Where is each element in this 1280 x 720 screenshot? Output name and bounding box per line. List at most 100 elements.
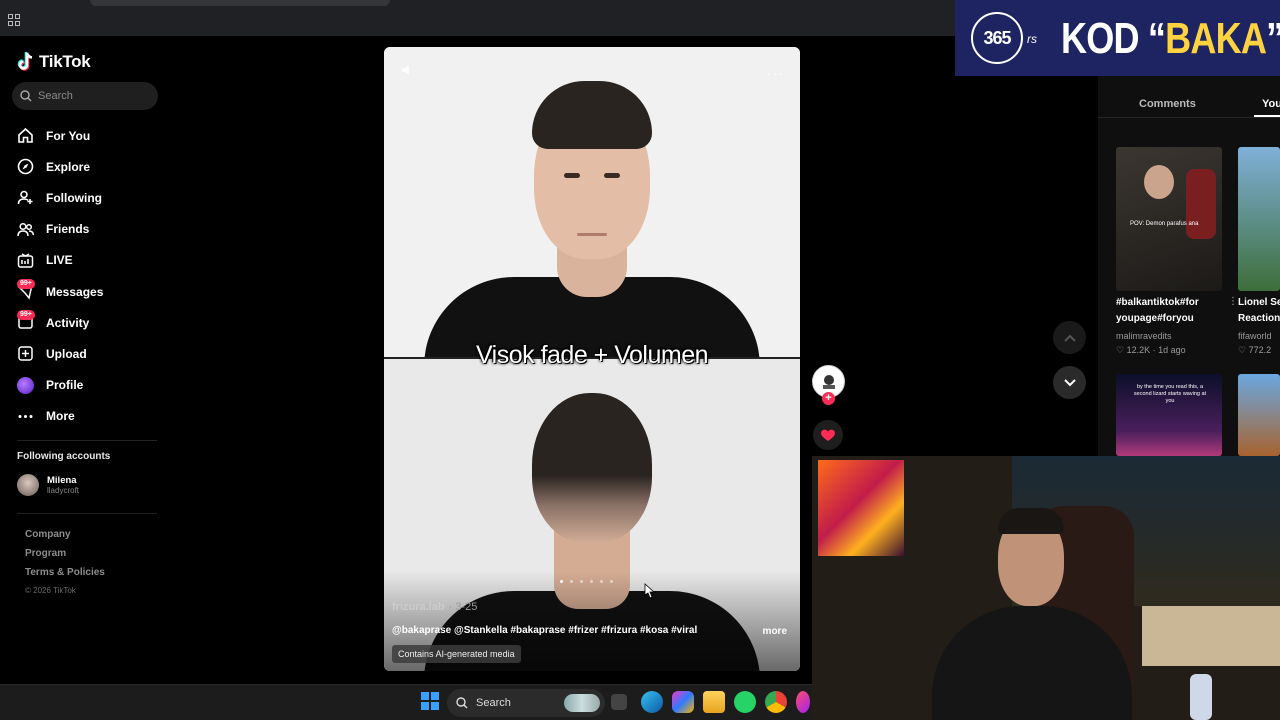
app-icon[interactable]: [796, 691, 810, 713]
apps-grid-icon[interactable]: [8, 14, 20, 26]
following-accounts-title: Following accounts: [17, 451, 111, 462]
tiktok-logo[interactable]: TikTok: [17, 51, 91, 73]
nav-label: Explore: [46, 159, 91, 174]
video-thumbnail[interactable]: POV: Demon parafus ana: [1116, 147, 1222, 291]
nav-label: For You: [46, 128, 91, 143]
chevron-up-icon: [1063, 334, 1076, 342]
live-tv-icon: [17, 252, 34, 269]
search-icon: [456, 697, 468, 709]
mouse-cursor-icon: [644, 583, 655, 599]
following-account-item[interactable]: Milena lladycroft: [17, 474, 79, 496]
video-user[interactable]: malimravedits: [1116, 331, 1172, 341]
creator-logo-icon: [822, 374, 835, 389]
profile-avatar-icon: [17, 376, 34, 394]
footer-links: Company Program Terms & Policies © 2026 …: [25, 529, 105, 605]
edge-browser-icon[interactable]: [641, 691, 663, 713]
promo-code-text: KOD “BAKA”: [1061, 14, 1280, 63]
nav-explore[interactable]: Explore: [0, 151, 170, 182]
description-more-link[interactable]: more: [763, 626, 787, 637]
video-title[interactable]: Lionel Se Reaction: [1238, 295, 1280, 327]
thumb-caption: by the time you read this, a second liza…: [1133, 384, 1207, 404]
promo-logo: 365: [971, 12, 1023, 64]
home-icon: [17, 127, 34, 144]
nav-upload[interactable]: Upload: [0, 338, 170, 369]
user-add-icon: [17, 189, 34, 206]
nav-activity[interactable]: 99+ Activity: [0, 307, 170, 338]
nav-label: Following: [46, 190, 102, 205]
nav-following[interactable]: Following: [0, 182, 170, 213]
video-author[interactable]: frizura.lab · 3-25: [392, 601, 477, 613]
nav-label: Messages: [46, 284, 104, 299]
more-dots-icon: [17, 408, 34, 425]
volume-icon[interactable]: [400, 63, 414, 77]
right-panel-tabs: Comments You: [1098, 76, 1280, 118]
compass-icon: [17, 158, 34, 175]
nav-label: LIVE: [46, 253, 73, 268]
whatsapp-icon[interactable]: [734, 691, 756, 713]
divider: [17, 513, 157, 514]
next-video-button[interactable]: [1053, 366, 1086, 399]
browser-tab[interactable]: [90, 0, 390, 6]
copilot-icon[interactable]: [672, 691, 694, 713]
video-stats: ♡ 772.2: [1238, 345, 1272, 355]
account-name: Milena: [47, 475, 77, 486]
video-thumbnail[interactable]: [1238, 374, 1280, 456]
search-highlight-icon: [564, 694, 600, 712]
taskbar-search[interactable]: Search: [447, 689, 605, 717]
nav-label: Friends: [46, 222, 90, 237]
windows-taskbar: Search: [0, 684, 812, 720]
footer-company-link[interactable]: Company: [25, 529, 105, 548]
search-box[interactable]: [12, 82, 158, 110]
nav-messages[interactable]: 99+ Messages: [0, 276, 170, 307]
sidebar: TikTok For You Explore Following Friends…: [0, 36, 170, 684]
taskbar-search-label: Search: [476, 697, 511, 709]
active-tab-indicator: [1254, 115, 1280, 117]
webcam-hair: [998, 508, 1064, 534]
file-explorer-icon[interactable]: [703, 691, 725, 713]
nav-profile[interactable]: Profile: [0, 370, 170, 401]
video-user[interactable]: fifaworld: [1238, 331, 1280, 341]
search-input[interactable]: [38, 90, 148, 102]
chevron-down-icon: [1063, 378, 1076, 386]
nav-label: Activity: [46, 315, 90, 330]
footer-program-link[interactable]: Program: [25, 548, 105, 567]
like-button[interactable]: [813, 420, 843, 450]
heart-icon: [821, 429, 835, 441]
nav-more[interactable]: More: [0, 401, 170, 432]
thumb-person: [1144, 165, 1174, 199]
nav-for-you[interactable]: For You: [0, 120, 170, 151]
nav-label: Upload: [46, 346, 87, 361]
video-title[interactable]: #balkantiktok#for youpage#foryou: [1116, 295, 1222, 327]
video-thumbnail[interactable]: [1238, 147, 1280, 291]
chrome-icon[interactable]: [765, 691, 787, 713]
previous-video-button[interactable]: [1053, 321, 1086, 354]
nav-live[interactable]: LIVE: [0, 245, 170, 276]
task-view-icon[interactable]: [611, 694, 627, 710]
mouth: [577, 233, 607, 236]
eye-right: [604, 173, 620, 178]
video-more-icon[interactable]: ···: [767, 65, 784, 81]
carousel-dots[interactable]: [560, 580, 613, 583]
video-thumbnail[interactable]: by the time you read this, a second liza…: [1116, 374, 1222, 456]
video-player[interactable]: Visok fade + Volumen ··· frizura.lab · 3-…: [384, 47, 800, 671]
footer-terms-link[interactable]: Terms & Policies: [25, 567, 105, 586]
thumb-caption: POV: Demon parafus ana: [1130, 221, 1199, 227]
video-description[interactable]: @bakaprase @Stankella #bakaprase #frizer…: [392, 625, 697, 636]
webcam-tv-screen: [818, 460, 904, 556]
activity-badge: 99+: [17, 310, 35, 321]
tab-comments[interactable]: Comments: [1139, 98, 1196, 110]
video-frame-front: [384, 47, 800, 367]
windows-start-icon[interactable]: [421, 692, 439, 710]
copyright: © 2026 TikTok: [25, 586, 76, 595]
follow-button[interactable]: +: [822, 392, 835, 405]
logo-text: TikTok: [39, 52, 91, 71]
video-stats: ♡ 12.2K · 1d ago: [1116, 345, 1186, 355]
streamer-webcam: [812, 456, 1280, 720]
upload-plus-icon: [17, 345, 34, 362]
tab-you[interactable]: You: [1262, 98, 1280, 110]
thumb-chair: [1186, 169, 1216, 239]
account-handle: lladycroft: [47, 486, 80, 495]
nav-friends[interactable]: Friends: [0, 214, 170, 245]
right-panel: Comments You POV: Demon parafus ana #bal…: [1098, 76, 1280, 456]
video-more-icon[interactable]: ⋮: [1228, 296, 1238, 307]
